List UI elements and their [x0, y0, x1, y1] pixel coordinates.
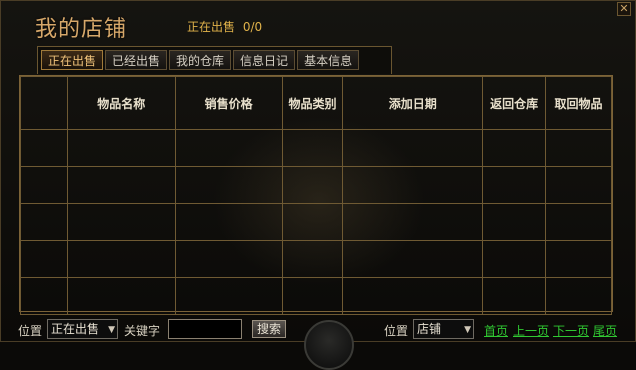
table-cell[interactable] [20, 166, 68, 204]
table-cell[interactable] [20, 203, 68, 241]
table-cell[interactable] [545, 166, 612, 204]
table-cell[interactable] [66, 203, 176, 241]
column-header-date[interactable]: 添加日期 [342, 76, 484, 130]
selling-count: 0/0 [242, 20, 263, 34]
column-header-return-warehouse[interactable]: 返回仓库 [482, 76, 547, 130]
next-page-link[interactable]: 下一页 [553, 322, 589, 339]
location-select-value: 店铺 [417, 322, 442, 336]
close-icon: ✕ [619, 2, 629, 15]
table-cell[interactable] [174, 277, 283, 315]
bottom-bar: 位置 正在出售 ▼ 关键字 搜索 位置 店铺 ▼ 首页 上一页 下一页 尾页 [1, 317, 636, 370]
prev-page-link[interactable]: 上一页 [513, 322, 549, 339]
position-select[interactable]: 正在出售 ▼ [47, 319, 118, 339]
tab-bar: 正在出售 已经出售 我的仓库 信息日记 基本信息 [37, 46, 392, 74]
table-cell[interactable] [482, 203, 547, 241]
position-label: 位置 [18, 324, 43, 338]
table-cell[interactable] [342, 166, 484, 204]
table-row[interactable] [20, 166, 612, 204]
table-row[interactable] [20, 240, 612, 278]
position-select-value: 正在出售 [51, 322, 100, 336]
table-cell[interactable] [342, 203, 484, 241]
selling-status: 正在出售 0/0 [187, 18, 262, 35]
shop-window: 我的店铺 正在出售 0/0 ✕ 正在出售 已经出售 我的仓库 信息日记 基本信息 物品名… [0, 0, 636, 370]
table-cell[interactable] [482, 240, 547, 278]
column-header-icon [20, 76, 68, 130]
last-page-link[interactable]: 尾页 [593, 322, 617, 339]
table-cell[interactable] [342, 129, 484, 167]
item-table: 物品名称 销售价格 物品类别 添加日期 返回仓库 取回物品 [20, 76, 612, 315]
table-row[interactable] [20, 277, 612, 315]
table-cell[interactable] [545, 240, 612, 278]
orb-ornament [304, 320, 354, 370]
table-cell[interactable] [20, 240, 68, 278]
chevron-down-icon: ▼ [464, 325, 471, 335]
close-button[interactable]: ✕ [617, 2, 631, 16]
item-grid: 物品名称 销售价格 物品类别 添加日期 返回仓库 取回物品 [19, 75, 613, 315]
column-header-price[interactable]: 销售价格 [174, 76, 283, 130]
table-cell[interactable] [482, 129, 547, 167]
table-cell[interactable] [20, 277, 68, 315]
tab-sold[interactable]: 已经出售 [105, 50, 168, 70]
keyword-label: 关键字 [124, 324, 161, 338]
column-header-name[interactable]: 物品名称 [66, 76, 176, 130]
search-button[interactable]: 搜索 [252, 320, 286, 338]
table-cell[interactable] [342, 277, 484, 315]
table-cell[interactable] [281, 277, 344, 315]
tab-warehouse[interactable]: 我的仓库 [169, 50, 232, 70]
table-cell[interactable] [342, 240, 484, 278]
table-row[interactable] [20, 129, 612, 167]
table-cell[interactable] [174, 203, 283, 241]
table-cell[interactable] [545, 277, 612, 315]
selling-status-label: 正在出售 [187, 20, 236, 34]
table-cell[interactable] [281, 166, 344, 204]
table-cell[interactable] [20, 129, 68, 167]
table-cell[interactable] [66, 277, 176, 315]
chevron-down-icon: ▼ [108, 325, 115, 335]
keyword-input[interactable] [168, 319, 242, 339]
tab-basic-info[interactable]: 基本信息 [297, 50, 360, 70]
table-cell[interactable] [174, 166, 283, 204]
table-cell[interactable] [281, 129, 344, 167]
table-cell[interactable] [545, 203, 612, 241]
table-row[interactable] [20, 203, 612, 241]
table-cell[interactable] [66, 240, 176, 278]
position2-label: 位置 [384, 324, 409, 338]
tab-selling[interactable]: 正在出售 [41, 50, 104, 70]
table-cell[interactable] [281, 203, 344, 241]
table-cell[interactable] [174, 240, 283, 278]
table-cell[interactable] [174, 129, 283, 167]
table-cell[interactable] [66, 129, 176, 167]
table-cell[interactable] [482, 166, 547, 204]
table-cell[interactable] [66, 166, 176, 204]
column-header-retrieve-item[interactable]: 取回物品 [545, 76, 612, 130]
table-cell[interactable] [281, 240, 344, 278]
tab-log[interactable]: 信息日记 [233, 50, 296, 70]
first-page-link[interactable]: 首页 [484, 322, 508, 339]
window-title: 我的店铺 [35, 17, 128, 42]
table-header-row: 物品名称 销售价格 物品类别 添加日期 返回仓库 取回物品 [20, 76, 612, 130]
table-cell[interactable] [482, 277, 547, 315]
column-header-category[interactable]: 物品类别 [281, 76, 344, 130]
table-cell[interactable] [545, 129, 612, 167]
location-select[interactable]: 店铺 ▼ [413, 319, 474, 339]
